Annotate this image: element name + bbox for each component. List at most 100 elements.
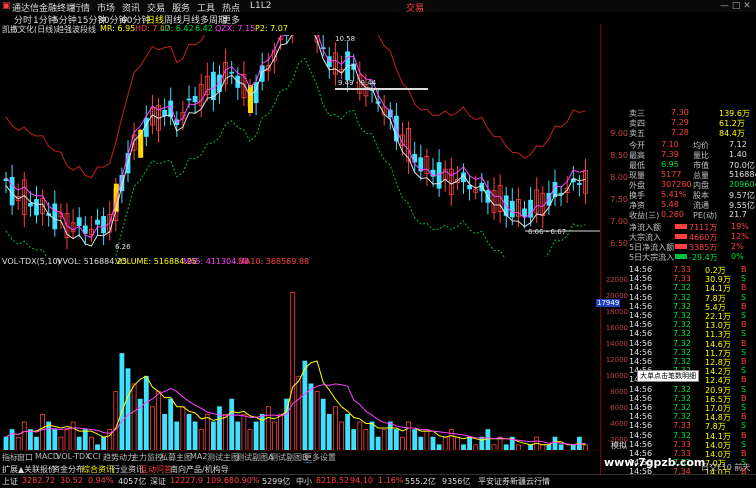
ind-tab-1[interactable]: 窗口 [17, 452, 33, 463]
ind-tab-8[interactable]: MA2 [190, 452, 207, 461]
tick-price: 7.32 [673, 320, 691, 329]
volume-tick: 8000 [610, 388, 628, 396]
low-label: 6.26 [115, 243, 131, 251]
sh-amount: 4057亿 [118, 476, 146, 487]
candle-body [577, 184, 581, 185]
stat-value: 5.41% [661, 190, 686, 199]
tick-price: 7.32 [673, 302, 691, 311]
menu-l1l2[interactable]: L1L2 [250, 1, 271, 11]
ind-tab-4[interactable]: CCI [87, 452, 101, 461]
tick-time: 14:56 [629, 311, 652, 320]
price-tick: 8.50 [610, 151, 628, 160]
candle-body [468, 185, 472, 188]
indicator-info-bar: 凯撒文化(日线) 趋强波段线 MR: 6.95 HD: 7.47 LD: 6.4… [0, 24, 600, 35]
ind-tab-7[interactable]: 私募主图 [160, 452, 192, 463]
bottom-tab-bar: 扩展▲ 关联报价 资金分布 综合资讯 行业资讯 互动问答 南向产品/机构导 [0, 463, 600, 474]
indicator-val: 6.42 [195, 24, 213, 33]
volume-bar [144, 376, 148, 460]
stat-value: 7.10 [661, 140, 679, 149]
stat-value: 1.40 [729, 150, 747, 159]
sh-label[interactable]: 上证 [2, 476, 18, 487]
ma-line-white [6, 35, 586, 246]
volume-bar [303, 361, 307, 460]
fund-flow-pct: 19% [731, 222, 749, 231]
stock-name: 凯撒文化(日线) [2, 24, 56, 35]
indicator-mr: MR: 6.95 [100, 24, 135, 33]
tick-price: 7.32 [673, 329, 691, 338]
volume-bar [291, 293, 295, 460]
volume-tick: 14000 [606, 340, 628, 348]
window-controls[interactable]: — □ ✕ [720, 1, 751, 11]
status-bar: 上证 3282.72 30.52 0.94% 4057亿 深证 12227.9 … [0, 474, 756, 488]
tick-price: 7.33 [673, 265, 691, 274]
price-axis: 9.008.508.007.507.006.50 [600, 35, 630, 257]
tick-price: 7.32 [673, 311, 691, 320]
sell-level-price: 7.30 [671, 108, 689, 117]
indicator-name[interactable]: 趋强波段线 [56, 24, 96, 35]
ind-tab-3[interactable]: VOL-TDX [56, 452, 91, 461]
candle-body [53, 204, 57, 229]
zz-value: 8218.52 [316, 476, 349, 485]
candle-body [510, 201, 514, 217]
candle-body [187, 99, 191, 100]
tick-time: 14:56 [629, 283, 652, 292]
volume-tick: 12000 [606, 356, 628, 364]
volume-bar [297, 376, 301, 460]
price-tick: 6.50 [610, 239, 628, 248]
volume-chart[interactable]: 2021年11122021/12/15(三)1234 [0, 268, 600, 474]
ind-tab-13[interactable]: 设置 [320, 452, 336, 463]
candlestick-chart[interactable]: 10.589.49 - 9.446.266.66 - 6.67 [0, 35, 600, 257]
stat-value: 5177 [661, 170, 681, 179]
sz-label[interactable]: 深证 [150, 476, 166, 487]
fund-flow-label: 5日大宗流入 [629, 252, 674, 263]
tick-price: 7.32 [673, 394, 691, 403]
ind-tab-0[interactable]: 指标 [2, 452, 18, 463]
zz-label[interactable]: 中小 [296, 476, 312, 487]
volume-tick: 4000 [610, 420, 628, 428]
zz-change: 94.10 [350, 476, 373, 485]
tick-direction: B [741, 412, 747, 421]
ind-tab-11[interactable]: 测试副图B [270, 452, 308, 463]
stat-value: 6.95 [661, 160, 679, 169]
tick-direction: S [741, 385, 746, 394]
tick-direction: S [741, 440, 746, 449]
price-tick: 7.50 [610, 195, 628, 204]
tick-time: 14:56 [629, 320, 652, 329]
tick-price: 7.33 [673, 421, 691, 430]
ind-tab-9[interactable]: 测试主图 [207, 452, 239, 463]
tick-direction: B [741, 320, 747, 329]
sell-level-price: 7.28 [671, 128, 689, 137]
ind-tab-12[interactable]: 更多 [304, 452, 320, 463]
tick-time: 14:56 [629, 348, 652, 357]
tick-price: 7.32 [673, 431, 691, 440]
tick-time: 14:56 [629, 440, 652, 449]
stat-value: 0.260 [661, 210, 684, 219]
volume-ma10-line [6, 384, 586, 445]
fund-flow-value: -29.4万 [689, 252, 718, 263]
fund-flow-bar [675, 244, 687, 249]
indicator-ld: LD: 6.42 [160, 24, 194, 33]
volume-tick: 2000 [610, 436, 628, 444]
stat-value: 21.7 [729, 210, 747, 219]
high-label: 10.58 [335, 35, 355, 43]
candle-body [83, 226, 87, 233]
tick-direction: B [741, 431, 747, 440]
sell-level-price: 7.29 [671, 118, 689, 127]
watermark-text: www.7gpzb.com [604, 456, 754, 472]
signal-bar [248, 85, 253, 113]
tick-time: 14:56 [629, 329, 652, 338]
ind-tab-6[interactable]: 主力监控 [131, 452, 163, 463]
candle-body [523, 209, 527, 216]
tick-direction: B [741, 339, 747, 348]
app-logo-icon: ▣ [2, 1, 11, 11]
volume-bar [132, 384, 136, 460]
tick-price: 7.32 [673, 357, 691, 366]
vol-indicator-name[interactable]: VOL-TDX(5,10) [2, 257, 61, 266]
volume-tick: 10000 [606, 372, 628, 380]
ind-tab-10[interactable]: 测试副图A [236, 452, 273, 463]
tick-price: 7.33 [673, 274, 691, 283]
candle-body [35, 200, 39, 215]
tick-direction: S [741, 403, 746, 412]
price-tick: 7.00 [610, 217, 628, 226]
zz-amount: 555.2亿 [405, 476, 436, 487]
